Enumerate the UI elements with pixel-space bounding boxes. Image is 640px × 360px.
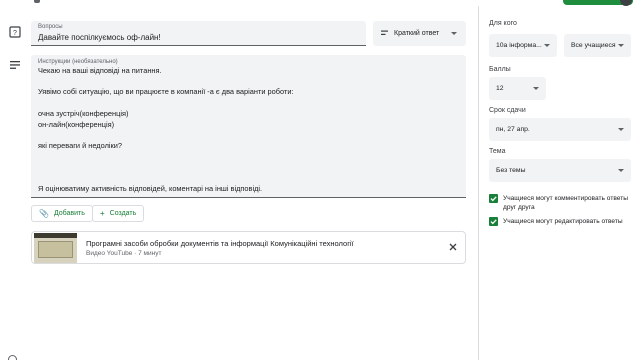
- help-icon[interactable]: [8, 355, 17, 360]
- attachment-card[interactable]: Програмні засоби обробки документів та і…: [31, 231, 466, 264]
- question-icon: ?: [9, 26, 21, 38]
- answer-type-label: Краткий ответ: [394, 30, 440, 37]
- answer-type-dropdown[interactable]: Краткий ответ: [373, 21, 466, 46]
- due-date-value: пн, 27 апр.: [496, 126, 530, 133]
- create-button[interactable]: + Создать: [92, 205, 145, 222]
- students-value: Все учащиеся: [571, 42, 616, 49]
- topic-value: Без темы: [496, 167, 526, 174]
- description-icon: [9, 59, 21, 71]
- chevron-down-icon: [451, 32, 457, 35]
- instructions-line: Уявімо собі ситуацію, що ви працюєте в к…: [38, 87, 294, 96]
- add-attachment-button[interactable]: 📎 Добавить: [31, 205, 93, 222]
- plus-icon: +: [100, 208, 105, 218]
- instructions-field[interactable]: Инструкции (необязательно) Чекаю на ваші…: [31, 55, 466, 198]
- create-button-label: Создать: [109, 210, 137, 217]
- chevron-down-icon: [533, 87, 539, 90]
- due-date-select[interactable]: пн, 27 апр.: [489, 118, 631, 141]
- for-whom-label: Для кого: [489, 20, 517, 27]
- instructions-line: які переваги й недоліки?: [38, 141, 122, 150]
- class-value: 10а інформа...: [496, 42, 542, 49]
- menu-icon[interactable]: [34, 0, 40, 3]
- comment-permission-label: Учащиеся могут комментировать ответы дру…: [503, 195, 628, 211]
- attachment-title[interactable]: Програмні засоби обробки документів та і…: [86, 239, 354, 248]
- svg-text:?: ?: [13, 30, 17, 37]
- topic-label: Тема: [489, 148, 506, 155]
- question-title-label: Вопросы: [38, 24, 63, 30]
- video-thumbnail: [34, 233, 77, 263]
- chevron-down-icon: [544, 44, 550, 47]
- instructions-label: Инструкции (необязательно): [38, 59, 118, 65]
- question-title-field[interactable]: Вопросы Давайте поспілкуємось оф-лайн!: [31, 21, 366, 46]
- chevron-down-icon: [618, 169, 624, 172]
- paperclip-icon: 📎: [39, 208, 49, 218]
- settings-panel: Для кого 10а інформа... Все учащиеся Бал…: [478, 6, 640, 360]
- points-select[interactable]: 12: [489, 77, 546, 100]
- chevron-down-icon: [618, 44, 624, 47]
- topic-select[interactable]: Без темы: [489, 159, 631, 182]
- question-title-value[interactable]: Давайте поспілкуємось оф-лайн!: [38, 33, 161, 42]
- points-label: Баллы: [489, 66, 511, 73]
- instructions-line: Я оцінюватиму активність відповідей, ком…: [38, 184, 263, 193]
- points-value: 12: [496, 85, 504, 92]
- students-select[interactable]: Все учащиеся: [564, 34, 631, 57]
- checkbox-checked-icon[interactable]: [489, 217, 498, 226]
- edit-permission-label: Учащиеся могут редактировать ответы: [503, 218, 623, 225]
- attachment-subtitle: Видео YouTube · 7 минут: [86, 250, 162, 257]
- add-button-label: Добавить: [53, 210, 85, 217]
- due-label: Срок сдачи: [489, 107, 526, 114]
- close-icon[interactable]: [448, 242, 458, 252]
- short-text-icon: [381, 30, 388, 35]
- checkbox-checked-icon[interactable]: [489, 194, 498, 203]
- chevron-down-icon: [618, 128, 624, 131]
- instructions-line: он-лайн(конференція): [38, 120, 115, 129]
- page: ? Вопросы Давайте поспілкуємось оф-лайн!…: [0, 0, 640, 360]
- instructions-line: Чекаю на ваші відповіді на питання.: [38, 66, 162, 75]
- instructions-line: очна зустріч(конференція): [38, 109, 129, 118]
- class-select[interactable]: 10а інформа...: [489, 34, 557, 57]
